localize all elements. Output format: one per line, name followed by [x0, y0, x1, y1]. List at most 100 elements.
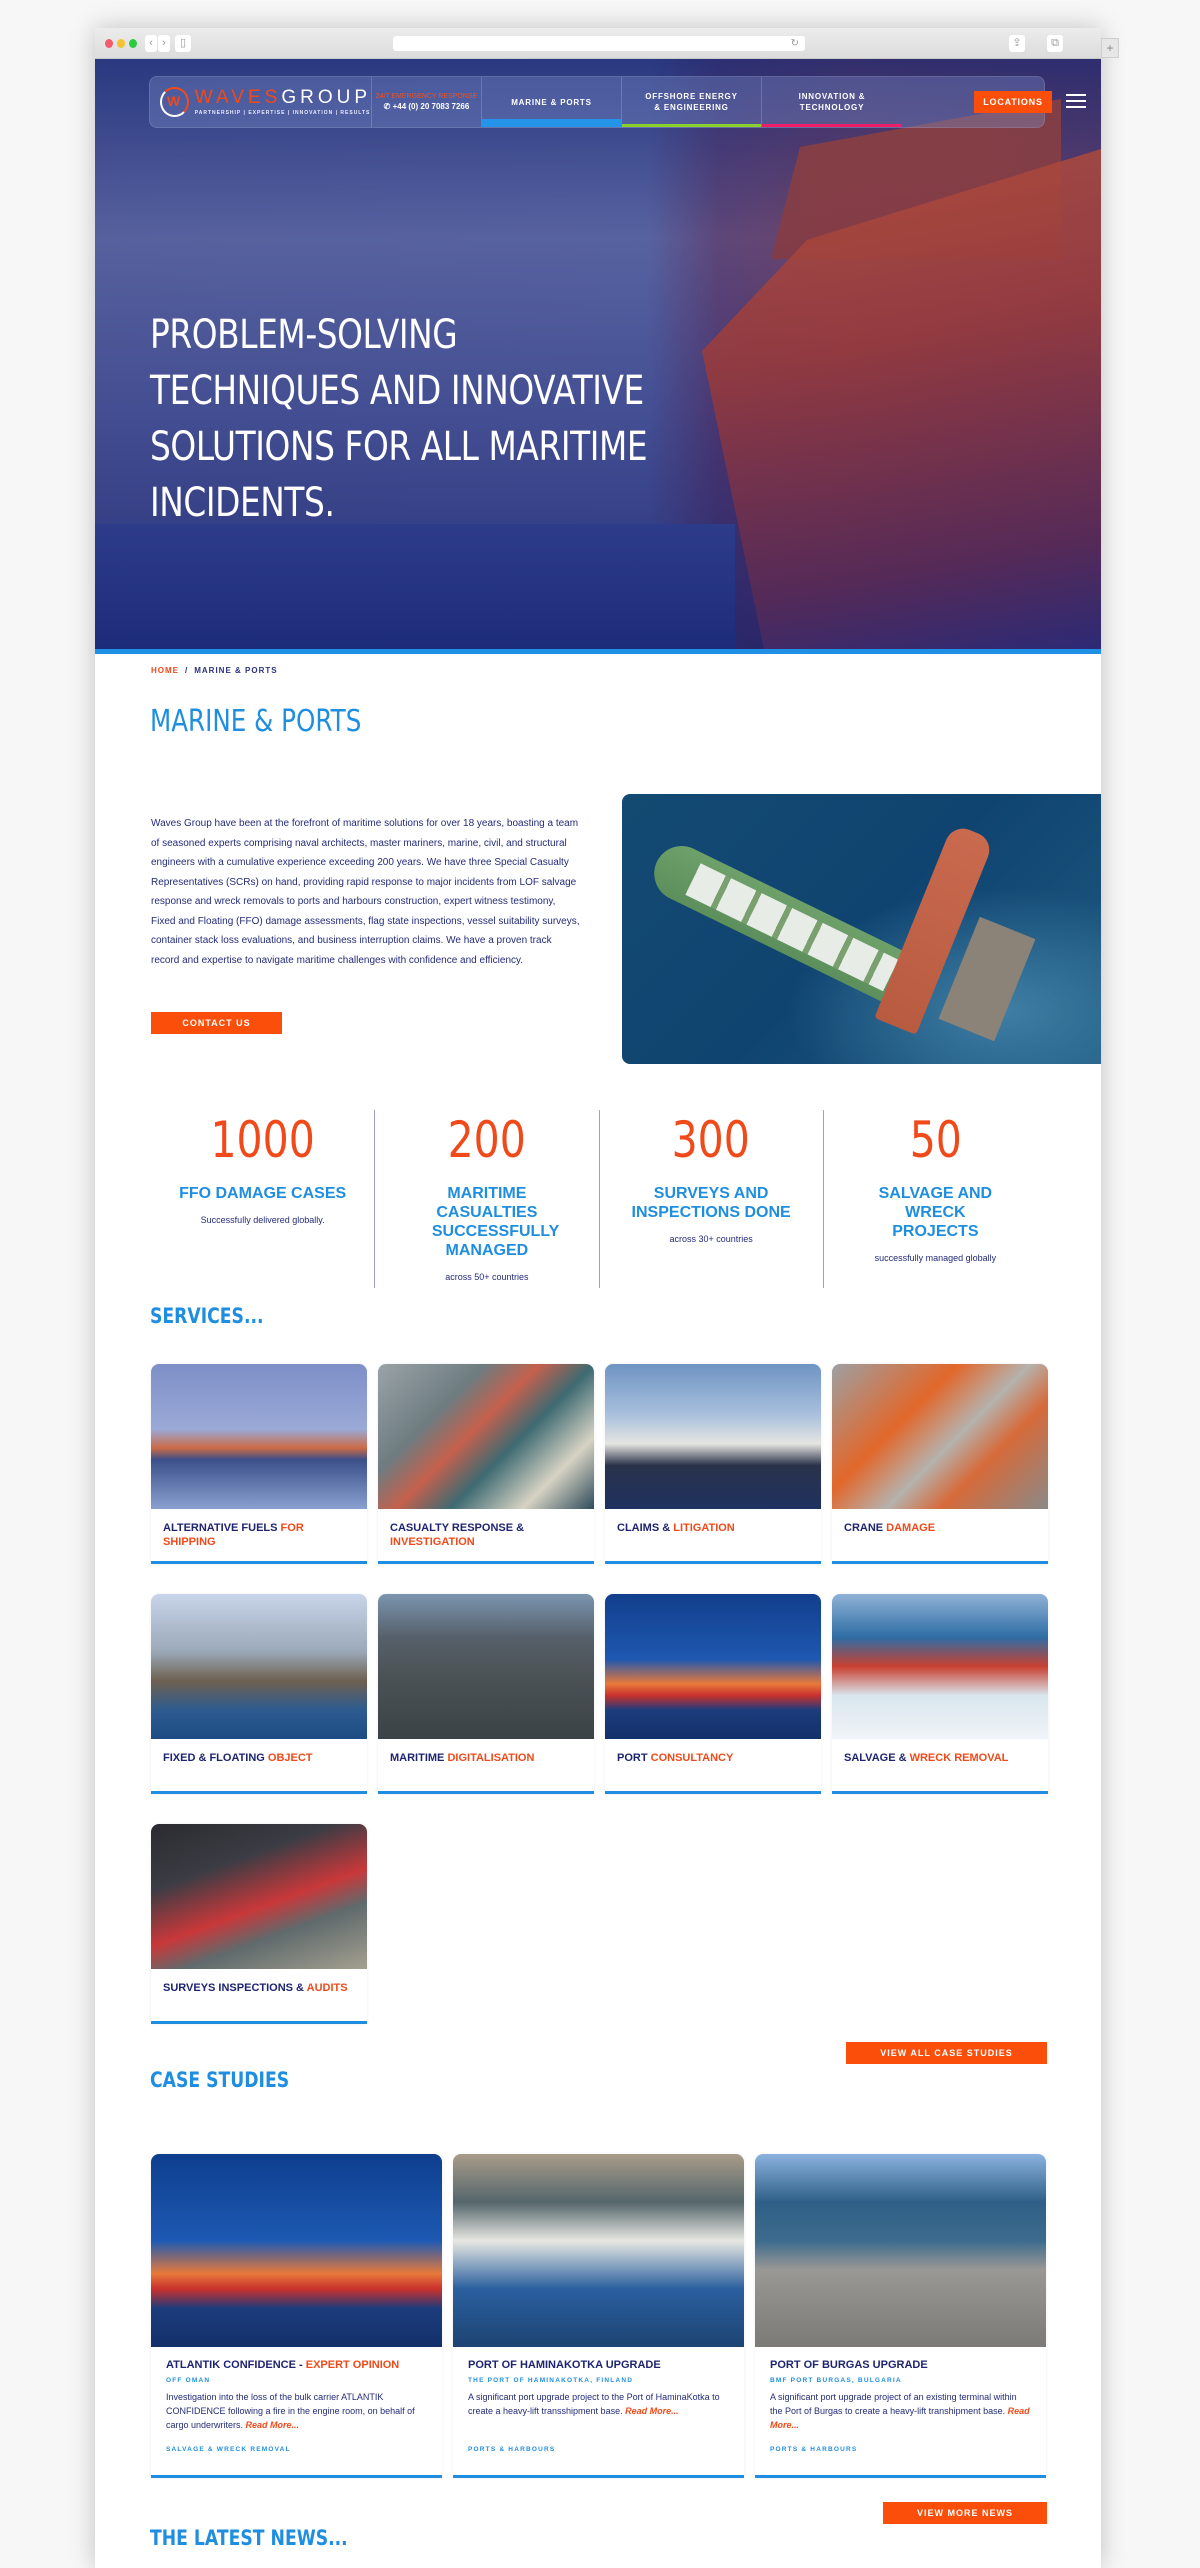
service-title: ALTERNATIVE FUELS FOR SHIPPING	[163, 1522, 304, 1548]
case-study-card-atlantik[interactable]: ATLANTIK CONFIDENCE - EXPERT OPINION OFF…	[151, 2154, 442, 2478]
forward-icon[interactable]: ›	[158, 35, 170, 52]
active-tab-indicator	[482, 119, 621, 127]
nav-tab-label: OFFSHORE ENERGY & ENGINEERING	[645, 92, 738, 112]
view-more-news-button[interactable]: VIEW MORE NEWS	[883, 2502, 1047, 2524]
case-study-location: BMF PORT BURGAS, BULGARIA	[770, 2377, 902, 2384]
nav-tab-marine-ports[interactable]: MARINE & PORTS	[482, 77, 622, 127]
stat-maritime-casualties: 200 MARITIME CASUALTIES SUCCESSFULLY MAN…	[375, 1110, 600, 1288]
case-study-category[interactable]: PORTS & HARBOURS	[468, 2446, 729, 2453]
service-card-port-consultancy[interactable]: PORT CONSULTANCY	[605, 1594, 821, 1794]
case-studies-heading: CASE STUDIES	[150, 2068, 290, 2092]
browser-window: ‹ › ▯ ↻ ⇪ ⧉ + WAVESGROUP PARTNERSHIP | E…	[95, 28, 1119, 2568]
service-image	[378, 1594, 594, 1739]
sidebar-icon[interactable]: ▯	[175, 35, 191, 52]
read-more-link[interactable]: Read More...	[246, 2420, 300, 2430]
stat-value: 300	[671, 1111, 751, 1169]
stat-label: SURVEYS AND INSPECTIONS DONE	[631, 1185, 791, 1221]
site-logo[interactable]: WAVESGROUP PARTNERSHIP | EXPERTISE | INN…	[150, 77, 372, 127]
case-study-card-burgas[interactable]: PORT OF BURGAS UPGRADE BMF PORT BURGAS, …	[755, 2154, 1046, 2478]
service-card-crane-damage[interactable]: CRANE DAMAGE	[832, 1364, 1048, 1564]
stat-value: 50	[909, 1111, 962, 1169]
new-tab-icon[interactable]: +	[1101, 38, 1119, 58]
nav-tab-offshore-energy[interactable]: OFFSHORE ENERGY & ENGINEERING	[622, 77, 762, 127]
service-card-surveys-inspections[interactable]: SURVEYS INSPECTIONS & AUDITS	[151, 1824, 367, 2024]
nav-tab-label: MARINE & PORTS	[511, 97, 592, 107]
read-more-link[interactable]: Read More...	[625, 2406, 679, 2416]
case-study-location: OFF OMAN	[166, 2377, 211, 2384]
case-study-description: A significant port upgrade project of an…	[770, 2392, 1030, 2430]
stat-subtext: successfully managed globally	[874, 1253, 997, 1263]
address-bar[interactable]: ↻	[393, 36, 805, 51]
service-image	[605, 1594, 821, 1739]
hero-headline: PROBLEM-SOLVING TECHNIQUES AND INNOVATIV…	[150, 312, 648, 526]
case-study-card-haminakotka[interactable]: PORT OF HAMINAKOTKA UPGRADE THE PORT OF …	[453, 2154, 744, 2478]
emergency-phone[interactable]: ✆ +44 (0) 20 7083 7266	[384, 102, 470, 111]
service-image	[832, 1594, 1048, 1739]
reload-icon[interactable]: ↻	[791, 36, 799, 51]
service-image	[151, 1824, 367, 1969]
stats-row: 1000 FFO DAMAGE CASES Successfully deliv…	[151, 1110, 1047, 1288]
main-navigation: WAVESGROUP PARTNERSHIP | EXPERTISE | INN…	[149, 76, 1086, 128]
breadcrumb: HOME / MARINE & PORTS	[151, 666, 278, 675]
view-all-case-studies-button[interactable]: VIEW ALL CASE STUDIES	[846, 2042, 1047, 2064]
service-image	[378, 1364, 594, 1509]
logo-waves: WAVES	[194, 87, 282, 108]
tabs-overview-icon[interactable]: ⧉	[1047, 35, 1063, 52]
browser-toolbar: ‹ › ▯ ↻ ⇪ ⧉ +	[95, 28, 1119, 59]
stat-surveys: 300 SURVEYS AND INSPECTIONS DONE across …	[600, 1110, 824, 1288]
emergency-contact[interactable]: 24/7 EMERGENCY RESPONSE ✆ +44 (0) 20 708…	[372, 77, 482, 127]
breadcrumb-current: MARINE & PORTS	[194, 666, 278, 675]
intro-paragraph: Waves Group have been at the forefront o…	[151, 818, 580, 966]
service-card-claims-litigation[interactable]: CLAIMS & LITIGATION	[605, 1364, 821, 1564]
case-study-title: PORT OF HAMINAKOTKA UPGRADE	[468, 2359, 661, 2371]
case-study-category[interactable]: PORTS & HARBOURS	[770, 2446, 1031, 2453]
back-icon[interactable]: ‹	[145, 35, 157, 52]
service-title: MARITIME DIGITALISATION	[390, 1752, 535, 1764]
stat-subtext: across 50+ countries	[445, 1272, 529, 1282]
service-title: CRANE DAMAGE	[844, 1522, 936, 1534]
nav-tab-innovation-technology[interactable]: INNOVATION & TECHNOLOGY	[762, 77, 902, 127]
services-grid: ALTERNATIVE FUELS FOR SHIPPING CASUALTY …	[151, 1364, 1048, 2024]
case-study-image	[453, 2154, 744, 2347]
service-card-maritime-digitalisation[interactable]: MARITIME DIGITALISATION	[378, 1594, 594, 1794]
latest-news-heading: THE LATEST NEWS...	[150, 2526, 348, 2550]
case-study-category[interactable]: SALVAGE & WRECK REMOVAL	[166, 2446, 427, 2453]
stat-ffo-damage: 1000 FFO DAMAGE CASES Successfully deliv…	[151, 1110, 376, 1288]
logo-group: GROUP	[281, 87, 371, 108]
service-title: CLAIMS & LITIGATION	[617, 1522, 735, 1534]
service-card-casualty-response[interactable]: CASUALTY RESPONSE & INVESTIGATION	[378, 1364, 594, 1564]
logo-wordmark: WAVESGROUP	[195, 88, 371, 108]
hero-ship-image	[702, 149, 1101, 654]
service-card-salvage-wreck-removal[interactable]: SALVAGE & WRECK REMOVAL	[832, 1594, 1048, 1794]
case-study-image	[151, 2154, 442, 2347]
contact-us-button[interactable]: CONTACT US	[151, 1012, 282, 1034]
maximize-window-button[interactable]	[129, 39, 137, 48]
case-study-description: A significant port upgrade project to th…	[468, 2392, 720, 2416]
stat-value: 1000	[210, 1111, 315, 1169]
close-window-button[interactable]	[105, 39, 113, 48]
case-study-description: Investigation into the loss of the bulk …	[166, 2392, 415, 2430]
locations-button[interactable]: LOCATIONS	[974, 91, 1052, 113]
service-card-fixed-floating-object[interactable]: FIXED & FLOATING OBJECT	[151, 1594, 367, 1794]
hamburger-menu-icon[interactable]	[1066, 94, 1086, 109]
service-title: CASUALTY RESPONSE & INVESTIGATION	[390, 1522, 525, 1548]
case-study-image	[755, 2154, 1046, 2347]
hero-water-image	[95, 524, 735, 654]
share-icon[interactable]: ⇪	[1009, 35, 1025, 52]
logo-tagline: PARTNERSHIP | EXPERTISE | INNOVATION | R…	[194, 110, 371, 116]
nav-tab-label: INNOVATION & TECHNOLOGY	[798, 92, 866, 112]
page-title: MARINE & PORTS	[150, 704, 362, 739]
service-title: SALVAGE & WRECK REMOVAL	[844, 1752, 1009, 1764]
service-title: SURVEYS INSPECTIONS & AUDITS	[163, 1982, 348, 1994]
emergency-label: 24/7 EMERGENCY RESPONSE	[375, 93, 478, 100]
service-card-alternative-fuels[interactable]: ALTERNATIVE FUELS FOR SHIPPING	[151, 1364, 367, 1564]
stat-label: FFO DAMAGE CASES	[179, 1185, 347, 1202]
service-image	[605, 1364, 821, 1509]
stat-subtext: Successfully delivered globally.	[200, 1215, 325, 1225]
tab-underline	[762, 124, 902, 127]
minimize-window-button[interactable]	[117, 39, 125, 48]
stat-label: MARITIME CASUALTIES SUCCESSFULLY MANAGED	[431, 1185, 560, 1259]
breadcrumb-home[interactable]: HOME	[151, 666, 179, 675]
case-studies-list: ATLANTIK CONFIDENCE - EXPERT OPINION OFF…	[151, 2154, 1047, 2478]
tab-underline	[622, 124, 761, 127]
